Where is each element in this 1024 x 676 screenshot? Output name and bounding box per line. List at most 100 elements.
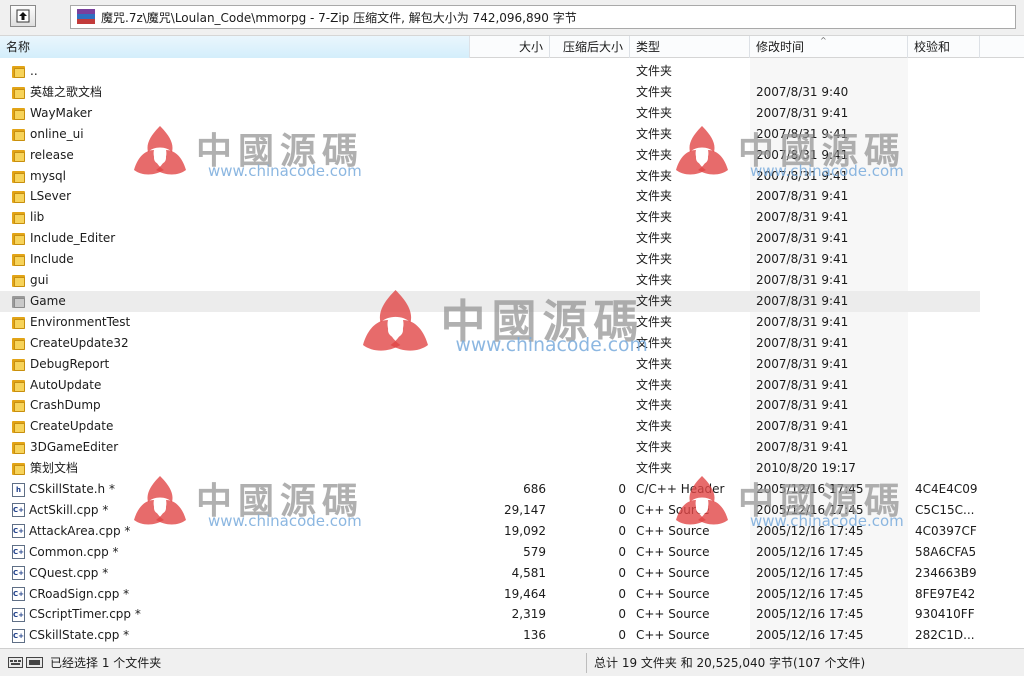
name-cell: gui bbox=[12, 270, 470, 291]
folder-icon bbox=[12, 441, 26, 455]
type-cell: 文件夹 bbox=[636, 231, 673, 246]
up-arrow-icon bbox=[16, 9, 30, 23]
file-row[interactable]: C+ AttackArea.cpp * 19,092 0 C++ Source 2005/… bbox=[0, 521, 980, 542]
folder-row[interactable]: 3DGameEditer 文件夹 2007/8/31 9:41 bbox=[0, 437, 980, 458]
folder-icon bbox=[12, 211, 26, 225]
size-cell bbox=[472, 249, 546, 270]
folder-row[interactable]: CreateUpdate 文件夹 2007/8/31 9:41 bbox=[0, 416, 980, 437]
type-cell: 文件夹 bbox=[636, 273, 673, 287]
file-row[interactable]: C+ CRoadSign.cpp * 19,464 0 C++ Source 2005/1… bbox=[0, 584, 980, 605]
folder-row[interactable]: online_ui 文件夹 2007/8/31 9:41 bbox=[0, 124, 980, 145]
crc-cell: C5C15C... bbox=[915, 502, 975, 517]
crc-cell bbox=[915, 291, 979, 312]
type-cell: 文件夹 bbox=[636, 440, 673, 455]
cpp-file-icon: C+ bbox=[12, 545, 25, 560]
type-cell: 文件夹 bbox=[636, 84, 673, 99]
folder-row[interactable]: release 文件夹 2007/8/31 9:41 bbox=[0, 145, 980, 166]
folder-row[interactable]: WayMaker 文件夹 2007/8/31 9:41 bbox=[0, 103, 980, 124]
folder-row[interactable]: .. 文件夹 bbox=[0, 61, 980, 82]
name-cell: C+ CRoadSign.cpp * bbox=[12, 584, 470, 605]
column-name[interactable]: 名称 bbox=[0, 36, 470, 58]
crc-cell: 4C0397CF bbox=[915, 523, 977, 538]
packed-size-cell: 0 bbox=[618, 607, 626, 622]
folder-row[interactable]: Game 文件夹 2007/8/31 9:41 bbox=[0, 290, 980, 312]
size-cell: 579 bbox=[523, 544, 546, 559]
modified-cell: 2007/8/31 9:41 bbox=[756, 168, 849, 183]
size-cell bbox=[472, 375, 546, 396]
file-row[interactable]: C+ CScriptTimer.cpp * 2,319 0 C++ Source 2005… bbox=[0, 604, 980, 625]
crc-cell: 282C1D... bbox=[915, 628, 975, 643]
folder-icon bbox=[12, 420, 26, 434]
name-cell: 英雄之歌文档 bbox=[12, 82, 470, 103]
packed-size-cell bbox=[550, 207, 626, 228]
file-list[interactable]: 名称 大小 压缩后大小 类型 修改时间 ^ 校验和 .. 文件夹 英雄之歌文档 文件夹… bbox=[0, 36, 1024, 648]
up-folder-button[interactable] bbox=[10, 5, 36, 27]
size-cell bbox=[472, 416, 546, 437]
folder-row[interactable]: LSever 文件夹 2007/8/31 9:41 bbox=[0, 186, 980, 207]
status-selection: 已经选择 1 个文件夹 bbox=[50, 656, 162, 670]
modified-cell: 2007/8/31 9:41 bbox=[756, 356, 849, 371]
folder-row[interactable]: gui 文件夹 2007/8/31 9:41 bbox=[0, 270, 980, 291]
file-row[interactable]: C+ CSkillState.cpp * 136 0 C++ Source 2005/12… bbox=[0, 625, 980, 646]
packed-size-cell bbox=[550, 270, 626, 291]
folder-row[interactable]: EnvironmentTest 文件夹 2007/8/31 9:41 bbox=[0, 312, 980, 333]
column-type[interactable]: 类型 bbox=[630, 36, 750, 58]
crc-cell bbox=[915, 124, 979, 145]
name-text: mysql bbox=[30, 168, 66, 183]
name-cell: WayMaker bbox=[12, 103, 470, 124]
type-cell: 文件夹 bbox=[636, 105, 673, 120]
crc-cell: 234663B9 bbox=[915, 565, 977, 580]
column-packed-size[interactable]: 压缩后大小 bbox=[550, 36, 630, 58]
cpp-file-icon: C+ bbox=[12, 524, 25, 539]
column-size[interactable]: 大小 bbox=[470, 36, 550, 58]
type-cell: 文件夹 bbox=[636, 398, 673, 413]
modified-cell: 2007/8/31 9:41 bbox=[756, 105, 849, 120]
file-row[interactable]: h CSkillState.h * 686 0 C/C++ Header 2005/12/… bbox=[0, 479, 980, 500]
folder-row[interactable]: 英雄之歌文档 文件夹 2007/8/31 9:40 bbox=[0, 82, 980, 103]
name-cell: Game bbox=[12, 291, 470, 312]
file-row[interactable]: C+ CQuest.cpp * 4,581 0 C++ Source 2005/12/16… bbox=[0, 563, 980, 584]
folder-row[interactable]: Include_Editer 文件夹 2007/8/31 9:41 bbox=[0, 228, 980, 249]
folder-row[interactable]: AutoUpdate 文件夹 2007/8/31 9:41 bbox=[0, 375, 980, 396]
crc-cell: 8FE97E42 bbox=[915, 586, 976, 601]
packed-size-cell: 0 bbox=[618, 523, 626, 538]
type-cell: C++ Source bbox=[636, 628, 710, 643]
type-cell: 文件夹 bbox=[636, 168, 673, 183]
size-cell bbox=[472, 395, 546, 416]
crc-cell: 930410FF bbox=[915, 607, 975, 622]
folder-row[interactable]: CreateUpdate32 文件夹 2007/8/31 9:41 bbox=[0, 333, 980, 354]
size-cell bbox=[472, 207, 546, 228]
name-text: EnvironmentTest bbox=[30, 314, 131, 329]
folder-row[interactable]: mysql 文件夹 2007/8/31 9:41 bbox=[0, 166, 980, 187]
folder-icon bbox=[12, 379, 26, 392]
column-modified[interactable]: 修改时间 ^ bbox=[750, 36, 908, 58]
file-row[interactable]: C+ Common.cpp * 579 0 C++ Source 2005/12/16 1… bbox=[0, 542, 980, 563]
archive-icon bbox=[77, 9, 95, 25]
name-text: AttackArea.cpp * bbox=[29, 523, 131, 538]
folder-row[interactable]: Include 文件夹 2007/8/31 9:41 bbox=[0, 249, 980, 270]
type-cell: C++ Source bbox=[636, 523, 710, 538]
folder-row[interactable]: DebugReport 文件夹 2007/8/31 9:41 bbox=[0, 354, 980, 375]
type-cell: C++ Source bbox=[636, 607, 710, 622]
column-crc[interactable]: 校验和 bbox=[908, 36, 980, 58]
folder-row[interactable]: 策划文档 文件夹 2010/8/20 19:17 bbox=[0, 458, 980, 479]
packed-size-cell bbox=[550, 416, 626, 437]
type-cell: 文件夹 bbox=[636, 419, 673, 434]
size-cell bbox=[472, 354, 546, 375]
modified-cell: 2007/8/31 9:41 bbox=[756, 252, 849, 267]
address-bar[interactable]: 魔咒.7z\魔咒\Loulan_Code\mmorpg - 7-Zip 压缩文件… bbox=[70, 5, 1016, 29]
crc-cell bbox=[915, 103, 979, 124]
file-row[interactable]: C+ ActSkill.cpp * 29,147 0 C++ Source 2005/12… bbox=[0, 500, 980, 521]
name-cell: C+ AttackArea.cpp * bbox=[12, 521, 470, 542]
cpp-file-icon: C+ bbox=[12, 587, 25, 601]
folder-row[interactable]: lib 文件夹 2007/8/31 9:41 bbox=[0, 207, 980, 228]
size-cell: 686 bbox=[523, 482, 546, 496]
modified-cell: 2007/8/31 9:41 bbox=[756, 273, 849, 287]
folder-row[interactable]: CrashDump 文件夹 2007/8/31 9:41 bbox=[0, 395, 980, 416]
name-cell: mysql bbox=[12, 166, 470, 187]
folder-icon bbox=[12, 462, 26, 476]
type-cell: 文件夹 bbox=[636, 252, 673, 267]
name-cell: h CSkillState.h * bbox=[12, 479, 470, 500]
size-cell bbox=[472, 458, 546, 479]
type-cell: 文件夹 bbox=[636, 210, 673, 225]
